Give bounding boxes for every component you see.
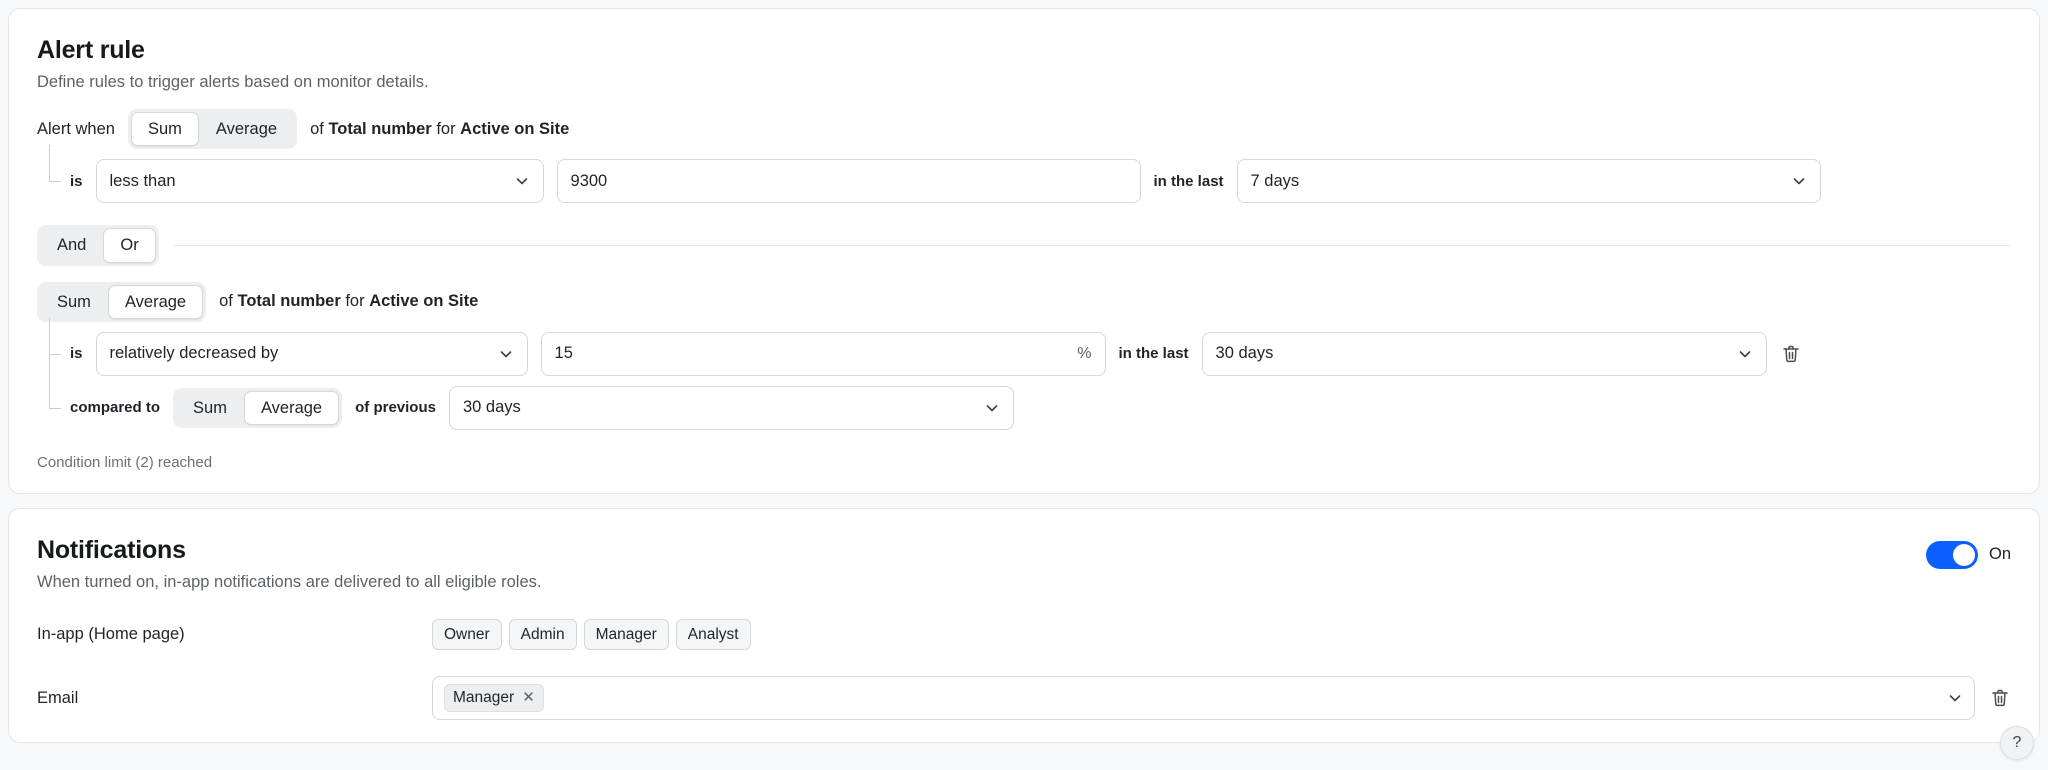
condition-1-metric-scope: Active on Site: [460, 120, 569, 138]
chevron-down-icon: [984, 400, 1000, 416]
help-button[interactable]: ?: [2000, 726, 2034, 760]
role-chip-analyst: Analyst: [676, 619, 751, 650]
condition-2-metric-phrase: of Total number for Active on Site: [219, 292, 478, 311]
in-app-label: In-app (Home page): [37, 625, 432, 644]
alert-when-label: Alert when: [37, 120, 115, 139]
email-recipients-input[interactable]: Manager ✕: [432, 676, 1975, 720]
chevron-down-icon: [1791, 173, 1807, 189]
page-title: Alert rule: [37, 35, 2011, 65]
of-word: of: [219, 292, 233, 310]
notifications-subtitle: When turned on, in-app notifications are…: [37, 571, 541, 593]
notifications-card: Notifications When turned on, in-app not…: [8, 508, 2040, 743]
condition-2-compare-aggregation-sum[interactable]: Sum: [176, 391, 244, 425]
condition-1-value: 9300: [571, 172, 1127, 191]
condition-2-aggregation-toggle[interactable]: Sum Average: [37, 282, 206, 322]
condition-2-metric-name: Total number: [237, 292, 340, 310]
of-word: of: [310, 120, 324, 138]
condition-2-delete-button[interactable]: [1780, 343, 1802, 365]
condition-1-is-label: is: [70, 173, 83, 190]
condition-limit-text: Condition limit (2) reached: [37, 454, 2011, 471]
divider: [173, 245, 2011, 246]
email-recipient-tag: Manager ✕: [444, 684, 544, 711]
role-chip-admin: Admin: [509, 619, 577, 650]
for-word: for: [436, 120, 455, 138]
condition-1-aggregation-average[interactable]: Average: [199, 112, 294, 146]
condition-2-window-select[interactable]: 30 days: [1202, 332, 1767, 376]
role-chip-manager: Manager: [584, 619, 669, 650]
chevron-down-icon: [498, 346, 514, 362]
chevron-down-icon[interactable]: [1947, 690, 1963, 706]
condition-2-aggregation-sum[interactable]: Sum: [40, 285, 108, 319]
condition-2-in-the-last-label: in the last: [1119, 345, 1189, 362]
condition-join-or[interactable]: Or: [103, 228, 155, 262]
condition-1-aggregation-toggle[interactable]: Sum Average: [128, 109, 297, 149]
in-app-role-chips: Owner Admin Manager Analyst: [432, 619, 751, 650]
condition-1: Alert when Sum Average of Total number f…: [37, 109, 2011, 203]
condition-1-metric-phrase: of Total number for Active on Site: [310, 120, 569, 139]
condition-2-previous-window-value: 30 days: [463, 398, 976, 417]
notifications-header: Notifications When turned on, in-app not…: [37, 535, 2011, 593]
email-row-delete-button[interactable]: [1989, 687, 2011, 709]
condition-2-aggregation-average[interactable]: Average: [108, 285, 203, 319]
condition-join-and[interactable]: And: [40, 228, 103, 262]
condition-1-operator-select[interactable]: less than: [96, 159, 544, 203]
condition-2: Sum Average of Total number for Active o…: [37, 282, 2011, 430]
condition-1-aggregation-sum[interactable]: Sum: [131, 112, 199, 146]
condition-2-value: 15: [555, 344, 1070, 363]
condition-2-value-input[interactable]: 15 %: [541, 332, 1106, 376]
notification-row-email: Email Manager ✕: [37, 676, 2011, 720]
condition-2-of-previous-label: of previous: [355, 399, 436, 416]
condition-1-in-the-last-label: in the last: [1154, 173, 1224, 190]
condition-2-header: Sum Average of Total number for Active o…: [37, 282, 2011, 322]
toggle-knob: [1953, 544, 1975, 566]
alert-rule-subtitle: Define rules to trigger alerts based on …: [37, 71, 2011, 93]
email-label: Email: [37, 689, 432, 708]
condition-1-window-value: 7 days: [1251, 172, 1783, 191]
notifications-toggle[interactable]: [1926, 541, 1978, 569]
condition-2-is-label: is: [70, 345, 83, 362]
condition-1-operator-row: is less than 9300 in the last 7 days: [37, 159, 2011, 203]
chevron-down-icon: [514, 173, 530, 189]
condition-2-unit-suffix: %: [1069, 345, 1091, 363]
close-icon[interactable]: ✕: [522, 690, 535, 707]
notification-row-in-app: In-app (Home page) Owner Admin Manager A…: [37, 619, 2011, 650]
condition-2-metric-scope: Active on Site: [369, 292, 478, 310]
condition-1-metric-name: Total number: [328, 120, 431, 138]
notifications-toggle-group: On: [1926, 535, 2011, 569]
condition-1-header: Alert when Sum Average of Total number f…: [37, 109, 2011, 149]
condition-1-operator-value: less than: [110, 172, 506, 191]
condition-2-previous-window-select[interactable]: 30 days: [449, 386, 1014, 430]
notifications-title: Notifications: [37, 535, 541, 565]
role-chip-owner: Owner: [432, 619, 502, 650]
condition-1-value-input[interactable]: 9300: [557, 159, 1141, 203]
condition-2-window-value: 30 days: [1216, 344, 1729, 363]
notifications-toggle-label: On: [1989, 545, 2011, 564]
condition-2-operator-row: is relatively decreased by 15 % in the l…: [37, 332, 2011, 376]
condition-join-row: And Or: [37, 225, 2011, 265]
condition-join-toggle[interactable]: And Or: [37, 225, 159, 265]
condition-2-compare-aggregation-toggle[interactable]: Sum Average: [173, 388, 342, 428]
for-word: for: [345, 292, 364, 310]
chevron-down-icon: [1737, 346, 1753, 362]
condition-2-compared-to-label: compared to: [70, 399, 160, 416]
condition-2-compare-row: compared to Sum Average of previous 30 d…: [37, 386, 2011, 430]
alert-rule-card: Alert rule Define rules to trigger alert…: [8, 8, 2040, 494]
condition-1-window-select[interactable]: 7 days: [1237, 159, 1821, 203]
email-recipient-tag-label: Manager: [453, 689, 514, 706]
condition-2-operator-value: relatively decreased by: [110, 344, 490, 363]
condition-2-compare-aggregation-average[interactable]: Average: [244, 391, 339, 425]
condition-2-operator-select[interactable]: relatively decreased by: [96, 332, 528, 376]
